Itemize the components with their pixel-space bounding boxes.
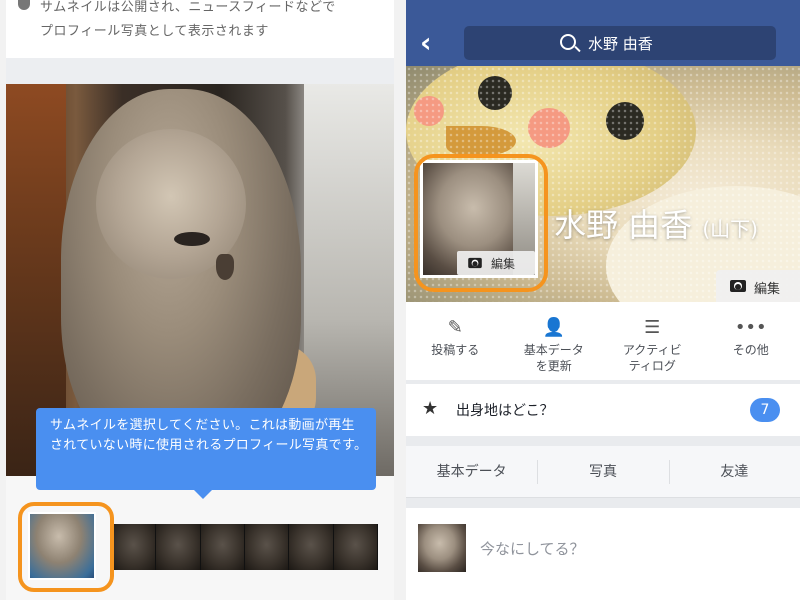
post-action-label: 投稿する [431,343,480,357]
profile-panel: ‹ 水野 由香 水野 由香 (山下) 編集 編集 ✎ 投稿する 👤 基本データ … [406,0,800,600]
more-label: その他 [732,343,769,357]
profile-name: 水野 由香 (山下) [554,200,758,246]
thumbnail-highlight-ring [18,502,114,592]
more-icon: ••• [734,317,767,338]
filmstrip-frame[interactable] [112,524,157,570]
video-filmstrip[interactable] [112,524,378,570]
edit-icon: ✎ [447,317,463,338]
filmstrip-frame[interactable] [333,524,378,570]
profile-actions: ✎ 投稿する 👤 基本データ を更新 ☰ アクティビ ティログ ••• その他 [406,302,800,380]
search-bar[interactable]: 水野 由香 [464,26,776,60]
divider [6,58,394,84]
info-icon [18,0,30,10]
activity-list-icon: ☰ [644,317,661,338]
tooltip-text: サムネイルを選択してください。これは動画が再生されていない時に使用されるプロフィ… [50,418,368,453]
profile-highlight-ring [414,154,548,292]
update-info-label: 基本データ を更新 [523,343,584,373]
tooltip-arrow [194,490,212,499]
info-text-line-1: サムネイルは公開され、ニュースフィードなどで [40,0,336,15]
count-badge: 7 [750,398,780,422]
thumbnail-info-text: サムネイルは公開され、ニュースフィードなどで プロフィール写真として表示されます [18,0,394,58]
filmstrip-frame[interactable] [289,524,334,570]
thumbnail-tooltip: サムネイルを選択してください。これは動画が再生されていない時に使用されるプロフィ… [36,408,376,490]
update-info-action[interactable]: 👤 基本データ を更新 [505,302,604,380]
hometown-text: 出身地はどこ？ [456,403,554,419]
profile-tabs: 基本データ 写真 友達 [406,446,800,498]
tab-about[interactable]: 基本データ [406,446,537,497]
filmstrip-frame[interactable] [156,524,201,570]
camera-icon [730,280,746,292]
composer-placeholder[interactable]: 今なにしてる？ [480,538,585,559]
status-composer[interactable]: 今なにしてる？ [406,508,800,600]
profile-name-text: 水野 由香 [554,206,693,244]
filmstrip-frame[interactable] [244,524,290,570]
person-edit-icon: 👤 [542,317,565,338]
star-icon: ★ [422,398,439,419]
hometown-prompt[interactable]: ★ 出身地はどこ？ 7 [406,384,800,436]
cover-edit-button[interactable]: 編集 [716,270,800,302]
cover-edit-label: 編集 [754,282,781,297]
filmstrip-frame[interactable] [200,524,245,570]
top-navbar: ‹ 水野 由香 [406,0,800,66]
thumbnail-picker-panel: サムネイルは公開され、ニュースフィードなどで プロフィール写真として表示されます… [6,0,394,600]
search-icon [560,34,576,50]
back-chevron-icon[interactable]: ‹ [420,28,432,58]
tab-friends[interactable]: 友達 [668,446,800,497]
activity-log-action[interactable]: ☰ アクティビ ティログ [603,302,702,380]
more-action[interactable]: ••• その他 [702,302,800,380]
tab-photos[interactable]: 写真 [537,446,668,497]
maiden-name: (山下) [702,217,758,241]
avatar [418,524,466,572]
info-text-line-2: プロフィール写真として表示されます [40,24,269,39]
post-action[interactable]: ✎ 投稿する [406,302,505,380]
activity-log-label: アクティビ ティログ [622,343,682,373]
search-query: 水野 由香 [588,35,653,53]
